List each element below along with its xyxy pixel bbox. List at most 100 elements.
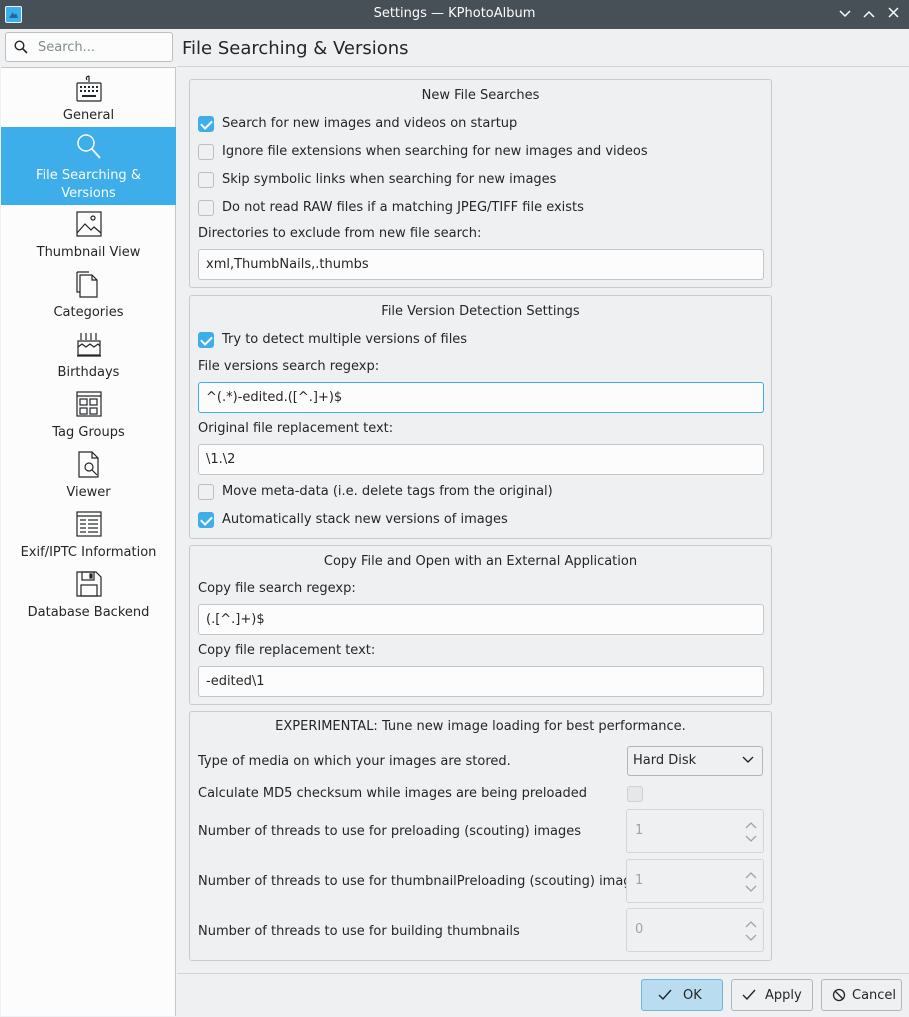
- new-file-searches-group: New File Searches Search for new images …: [189, 79, 772, 288]
- versions-regexp-label: File versions search regexp:: [198, 359, 380, 374]
- spin-down-icon[interactable]: [745, 934, 757, 942]
- page-title: File Searching & Versions: [182, 38, 409, 59]
- sidebar-item-file-searching[interactable]: File Searching & Versions: [1, 127, 176, 205]
- sidebar-item-label: Categories: [53, 305, 124, 320]
- threads-thumbpreload-spinbox[interactable]: 1: [626, 859, 764, 903]
- checkbox-label: Automatically stack new versions of imag…: [222, 512, 508, 527]
- threads-build-spinbox[interactable]: 0: [626, 908, 764, 952]
- group-title: Copy File and Open with an External Appl…: [323, 554, 638, 569]
- media-type-select[interactable]: Hard Disk: [627, 746, 763, 776]
- sidebar-item-birthdays[interactable]: Birthdays: [1, 325, 176, 385]
- copy-regexp-label: Copy file search regexp:: [198, 581, 356, 596]
- floppy-icon: [76, 571, 102, 597]
- group-title: New File Searches: [421, 88, 540, 103]
- search-input[interactable]: [38, 38, 168, 56]
- checkbox-label: Do not read RAW files if a matching JPEG…: [222, 200, 584, 215]
- grid-icon: [76, 391, 102, 417]
- group-title: EXPERIMENTAL: Tune new image loading for…: [275, 719, 686, 734]
- replacement-text-input[interactable]: \1.\2: [198, 444, 764, 475]
- copy-icon: [76, 271, 98, 298]
- sidebar-item-tag-groups[interactable]: Tag Groups: [1, 385, 176, 445]
- startup-search-checkbox[interactable]: [198, 116, 214, 132]
- sidebar-item-label: Birthdays: [57, 365, 120, 380]
- file-version-detection-group: File Version Detection Settings Try to d…: [189, 295, 772, 539]
- checkbox-label: Skip symbolic links when searching for n…: [222, 172, 557, 187]
- threads-thumbpreload-label: Number of threads to use for thumbnailPr…: [198, 874, 647, 889]
- copy-open-group: Copy File and Open with an External Appl…: [189, 545, 772, 705]
- detect-versions-checkbox[interactable]: [198, 332, 214, 348]
- threads-build-label: Number of threads to use for building th…: [198, 924, 520, 939]
- md5-label: Calculate MD5 checksum while images are …: [198, 786, 587, 801]
- media-type-value: Hard Disk: [633, 753, 697, 768]
- cancel-label: Cancel: [852, 988, 897, 1003]
- cancel-button[interactable]: Cancel: [821, 979, 902, 1011]
- sidebar-item-label: File Searching & Versions: [1, 167, 176, 203]
- replacement-text-label: Original file replacement text:: [198, 421, 394, 436]
- close-icon[interactable]: [883, 4, 903, 24]
- sidebar-item-label-line2: Versions: [61, 186, 116, 201]
- move-metadata-checkbox[interactable]: [198, 484, 214, 500]
- ok-button[interactable]: OK: [641, 979, 723, 1011]
- window-title: Settings — KPhotoAlbum: [373, 6, 536, 21]
- sidebar-item-label: Exif/IPTC Information: [20, 545, 157, 560]
- copy-replacement-label: Copy file replacement text:: [198, 643, 376, 658]
- spin-down-icon[interactable]: [745, 835, 757, 843]
- minimize-icon[interactable]: [835, 4, 855, 24]
- search-box[interactable]: [5, 32, 173, 62]
- sidebar-item-label: Database Backend: [27, 605, 150, 620]
- apply-label: Apply: [765, 988, 802, 1003]
- search-icon: [14, 40, 28, 54]
- sidebar-item-label: Thumbnail View: [36, 245, 141, 260]
- checkbox-label: Search for new images and videos on star…: [222, 116, 518, 131]
- cake-icon: [77, 333, 101, 357]
- spin-down-icon[interactable]: [745, 885, 757, 893]
- sidebar-item-exif-iptc[interactable]: Exif/IPTC Information: [1, 505, 176, 565]
- checkbox-label: Try to detect multiple versions of files: [222, 332, 468, 347]
- search-icon: [77, 134, 101, 159]
- experimental-group: EXPERIMENTAL: Tune new image loading for…: [189, 711, 772, 961]
- exclude-dirs-label: Directories to exclude from new file sea…: [198, 226, 482, 241]
- sidebar-item-viewer[interactable]: Viewer: [1, 445, 176, 505]
- spin-up-icon[interactable]: [745, 821, 757, 829]
- copy-replacement-input[interactable]: -edited\1: [198, 666, 764, 697]
- checkmark-icon: [742, 989, 756, 1001]
- spin-value: 1: [635, 873, 644, 888]
- spin-value: 1: [635, 823, 644, 838]
- sidebar-item-thumbnail-view[interactable]: Thumbnail View: [1, 205, 176, 265]
- maximize-icon[interactable]: [859, 4, 879, 24]
- exclude-dirs-input[interactable]: xml,ThumbNails,.thumbs: [198, 249, 764, 280]
- spin-up-icon[interactable]: [745, 920, 757, 928]
- skip-raw-checkbox[interactable]: [198, 200, 214, 216]
- title-bar: Settings — KPhotoAlbum: [0, 0, 909, 29]
- spin-value: 0: [635, 922, 644, 937]
- keyboard-icon: [76, 75, 102, 102]
- sidebar-item-categories[interactable]: Categories: [1, 265, 176, 325]
- ok-label: OK: [683, 988, 702, 1003]
- sidebar-item-general[interactable]: General: [1, 68, 176, 128]
- auto-stack-checkbox[interactable]: [198, 512, 214, 528]
- media-type-label: Type of media on which your images are s…: [198, 754, 511, 769]
- image-icon: [76, 211, 102, 237]
- sidebar-item-label: General: [62, 108, 115, 123]
- apply-button[interactable]: Apply: [731, 979, 813, 1011]
- sidebar-item-database-backend[interactable]: Database Backend: [1, 565, 176, 625]
- chevron-down-icon: [742, 756, 754, 763]
- threads-preload-spinbox[interactable]: 1: [626, 809, 764, 853]
- versions-regexp-input[interactable]: ^(.*)-edited.([^.]+)$: [198, 382, 764, 413]
- header-divider: [177, 66, 909, 67]
- checkbox-label: Move meta-data (i.e. delete tags from th…: [222, 484, 553, 499]
- checkbox-label: Ignore file extensions when searching fo…: [222, 144, 648, 159]
- group-title: File Version Detection Settings: [381, 304, 580, 319]
- checkmark-icon: [658, 989, 672, 1001]
- ignore-extensions-checkbox[interactable]: [198, 144, 214, 160]
- document-search-icon: [78, 451, 99, 478]
- sidebar-item-label: Tag Groups: [52, 425, 125, 440]
- md5-checkbox[interactable]: [627, 786, 643, 802]
- table-icon: [76, 511, 102, 537]
- copy-regexp-input[interactable]: (.[^.]+)$: [198, 604, 764, 635]
- skip-symlinks-checkbox[interactable]: [198, 172, 214, 188]
- settings-sidebar: General File Searching & Versions Thumbn…: [1, 67, 176, 1016]
- cancel-icon: [832, 988, 846, 1002]
- spin-up-icon[interactable]: [745, 871, 757, 879]
- sidebar-item-label-line1: File Searching &: [36, 168, 141, 183]
